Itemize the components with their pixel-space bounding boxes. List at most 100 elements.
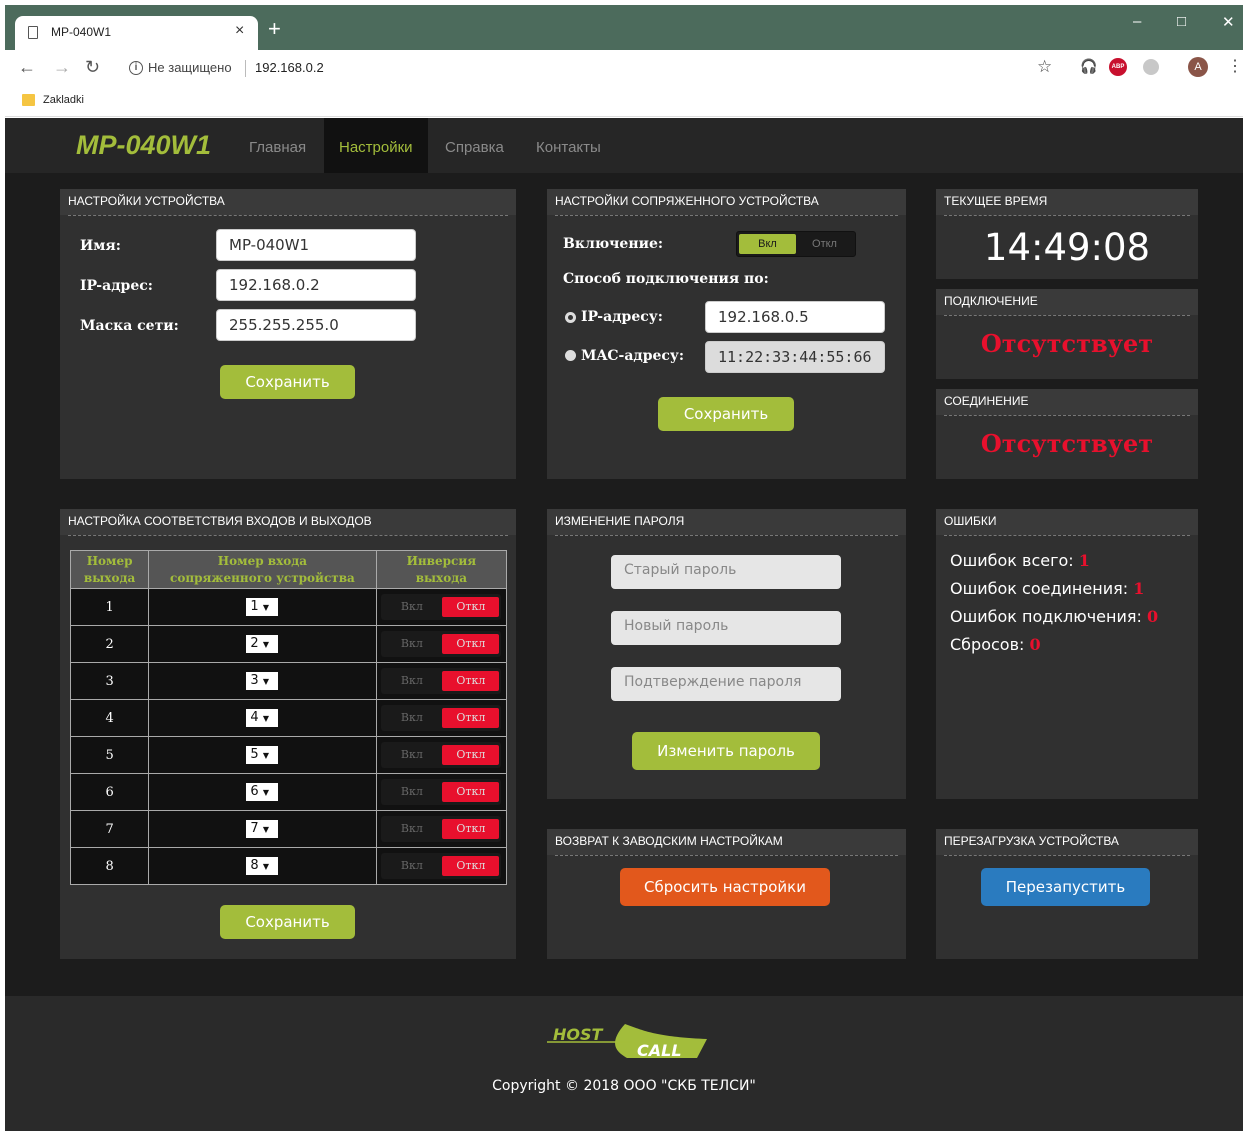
- back-icon[interactable]: ←: [18, 57, 36, 78]
- headphones-icon[interactable]: 🎧: [1080, 58, 1097, 75]
- ip-radio[interactable]: [565, 312, 576, 323]
- reboot-button[interactable]: Перезапустить: [981, 868, 1150, 906]
- input-select[interactable]: 1 ▼: [246, 598, 279, 616]
- input-select[interactable]: 7 ▼: [246, 820, 279, 838]
- input-select[interactable]: 4 ▼: [246, 709, 279, 727]
- brand-logo[interactable]: MP-040W1: [76, 130, 211, 161]
- close-window-icon[interactable]: ✕: [1222, 13, 1235, 31]
- input-select[interactable]: 3 ▼: [246, 672, 279, 690]
- toggle-off[interactable]: Откл: [442, 819, 500, 839]
- toggle-off[interactable]: Откл: [796, 234, 853, 254]
- inversion-toggle[interactable]: Вкл Откл: [381, 668, 502, 694]
- browser-tab[interactable]: MP-040W1 ×: [15, 16, 258, 50]
- ip-label: IP-адрес:: [80, 278, 153, 294]
- io-table: Номер выхода Номер входа сопряженного устр…: [69, 550, 508, 885]
- toggle-off[interactable]: Откл: [442, 856, 500, 876]
- adblock-icon[interactable]: ABP: [1109, 58, 1127, 76]
- inversion-toggle[interactable]: Вкл Откл: [381, 594, 502, 620]
- input-select[interactable]: 8 ▼: [246, 857, 279, 875]
- nav-contacts[interactable]: Контакты: [521, 118, 616, 173]
- toggle-off[interactable]: Откл: [442, 597, 500, 617]
- toggle-off[interactable]: Откл: [442, 634, 500, 654]
- method-label: Способ подключения по:: [563, 271, 769, 287]
- star-icon[interactable]: ☆: [1037, 57, 1052, 77]
- output-number: 6: [69, 773, 150, 811]
- inversion-toggle[interactable]: Вкл Откл: [381, 853, 502, 879]
- col-inversion: Инверсия выхода: [375, 550, 508, 589]
- toggle-off[interactable]: Откл: [442, 708, 500, 728]
- output-number: 4: [69, 699, 150, 737]
- paired-device-panel: НАСТРОЙКИ СОПРЯЖЕННОГО УСТРОЙСТВА Включе…: [547, 189, 906, 479]
- mac-radio[interactable]: [565, 350, 576, 361]
- new-password-input[interactable]: Новый пароль: [611, 611, 841, 645]
- nav-settings[interactable]: Настройки: [324, 118, 428, 173]
- factory-reset-button[interactable]: Сбросить настройки: [620, 868, 830, 906]
- chevron-down-icon: ▼: [262, 677, 269, 686]
- ip-input[interactable]: 192.168.0.2: [216, 269, 416, 301]
- page-icon: [28, 26, 38, 39]
- toggle-on[interactable]: Вкл: [383, 856, 440, 876]
- inversion-toggle[interactable]: Вкл Откл: [381, 816, 502, 842]
- errors-resets: Сбросов: 0: [950, 635, 1041, 654]
- toggle-off[interactable]: Откл: [442, 782, 500, 802]
- minimize-icon[interactable]: –: [1133, 13, 1141, 30]
- input-select[interactable]: 5 ▼: [246, 746, 279, 764]
- toggle-on[interactable]: Вкл: [383, 597, 440, 617]
- name-input[interactable]: MP-040W1: [216, 229, 416, 261]
- toggle-on[interactable]: Вкл: [383, 819, 440, 839]
- tab-close-icon[interactable]: ×: [235, 22, 244, 40]
- address-bar[interactable]: 192.168.0.2: [255, 60, 324, 75]
- paired-ip-input[interactable]: 192.168.0.5: [705, 301, 885, 333]
- nav-help[interactable]: Справка: [430, 118, 519, 173]
- toggle-on[interactable]: Вкл: [383, 782, 440, 802]
- panel-title: ПОДКЛЮЧЕНИЕ: [944, 289, 1190, 316]
- col-output: Номер выхода: [69, 550, 150, 589]
- toggle-on[interactable]: Вкл: [739, 234, 796, 254]
- toggle-on[interactable]: Вкл: [383, 671, 440, 691]
- nav-home[interactable]: Главная: [234, 118, 321, 173]
- paired-mac-input[interactable]: 11:22:33:44:55:66: [705, 341, 885, 373]
- device-save-button[interactable]: Сохранить: [220, 365, 355, 399]
- new-tab-icon[interactable]: +: [268, 18, 281, 40]
- profile-avatar[interactable]: A: [1188, 57, 1208, 77]
- ip-radio-label: IP-адресу:: [581, 309, 663, 325]
- errors-link: Ошибок соединения: 1: [950, 579, 1145, 598]
- toggle-off[interactable]: Откл: [442, 745, 500, 765]
- toggle-off[interactable]: Откл: [442, 671, 500, 691]
- forward-icon[interactable]: →: [53, 57, 71, 78]
- time-panel: ТЕКУЩЕЕ ВРЕМЯ 14:49:08: [936, 189, 1198, 279]
- table-row: 7 7 ▼ Вкл Откл: [69, 810, 508, 848]
- table-row: 1 1 ▼ Вкл Откл: [69, 588, 508, 626]
- globe-icon[interactable]: [1143, 59, 1159, 75]
- toggle-on[interactable]: Вкл: [383, 634, 440, 654]
- inversion-toggle[interactable]: Вкл Откл: [381, 705, 502, 731]
- info-icon[interactable]: i: [129, 61, 143, 75]
- device-settings-panel: НАСТРОЙКИ УСТРОЙСТВА Имя: MP-040W1 IP-ад…: [60, 189, 516, 479]
- menu-icon[interactable]: ⋮: [1227, 56, 1243, 76]
- password-panel: ИЗМЕНЕНИЕ ПАРОЛЯ Старый пароль Новый пар…: [547, 509, 906, 799]
- inversion-toggle[interactable]: Вкл Откл: [381, 779, 502, 805]
- paired-save-button[interactable]: Сохранить: [658, 397, 794, 431]
- reboot-panel: ПЕРЕЗАГРУЗКА УСТРОЙСТВА Перезапустить: [936, 829, 1198, 959]
- change-password-button[interactable]: Изменить пароль: [632, 732, 820, 770]
- inversion-toggle[interactable]: Вкл Откл: [381, 631, 502, 657]
- top-nav: MP-040W1 Главная Настройки Справка Конта…: [5, 118, 1243, 173]
- enable-label: Включение:: [563, 236, 664, 252]
- io-save-button[interactable]: Сохранить: [220, 905, 355, 939]
- input-select[interactable]: 6 ▼: [246, 783, 279, 801]
- toggle-on[interactable]: Вкл: [383, 708, 440, 728]
- bookmark-zakladki[interactable]: Zakladki: [43, 94, 84, 106]
- panel-title: СОЕДИНЕНИЕ: [944, 389, 1190, 416]
- browser-toolbar: ← → ↻ i Не защищено 192.168.0.2 ☆ 🎧 ABP …: [5, 50, 1243, 87]
- maximize-icon[interactable]: □: [1177, 13, 1186, 30]
- toggle-on[interactable]: Вкл: [383, 745, 440, 765]
- logo-host: HOST: [553, 1025, 604, 1044]
- confirm-password-input[interactable]: Подтверждение пароля: [611, 667, 841, 701]
- enable-toggle[interactable]: Вкл Откл: [736, 231, 856, 257]
- inversion-toggle[interactable]: Вкл Откл: [381, 742, 502, 768]
- old-password-input[interactable]: Старый пароль: [611, 555, 841, 589]
- input-select[interactable]: 2 ▼: [246, 635, 279, 653]
- table-row: 5 5 ▼ Вкл Откл: [69, 736, 508, 774]
- reload-icon[interactable]: ↻: [85, 57, 100, 78]
- mask-input[interactable]: 255.255.255.0: [216, 309, 416, 341]
